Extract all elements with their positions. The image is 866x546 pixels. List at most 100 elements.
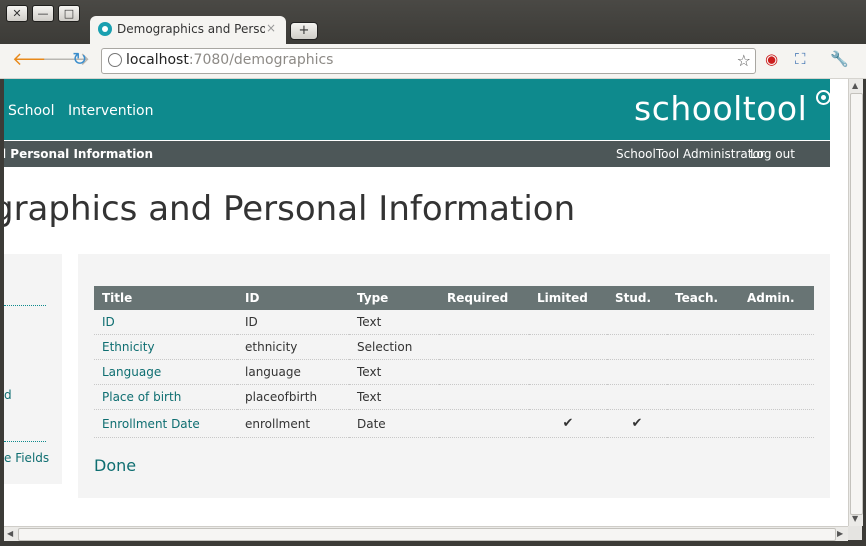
url-text[interactable]: localhost:7080/demographics xyxy=(126,52,333,68)
limited-check-icon: ✔ xyxy=(529,409,607,438)
wrench-menu-icon[interactable]: 🔧 xyxy=(830,52,849,67)
new-tab-button[interactable]: + xyxy=(290,22,318,40)
sidebar-item-1[interactable]: d xyxy=(4,388,12,402)
field-stud xyxy=(607,310,667,335)
tab-close-icon[interactable]: × xyxy=(266,21,276,35)
breadcrumb-title: l Personal Information xyxy=(4,147,154,161)
bookmark-star-icon[interactable]: ☆ xyxy=(737,51,751,70)
field-stud xyxy=(607,359,667,385)
field-required xyxy=(439,310,529,335)
table-row: Ethnicity ethnicity Selection xyxy=(94,334,814,360)
field-required xyxy=(439,334,529,360)
sidebar-divider xyxy=(4,441,46,442)
browser-toolbar: 🡐 🡒 ↻ localhost:7080/demographics ☆ ◉ ⛶ … xyxy=(0,44,866,79)
field-admin xyxy=(739,310,814,335)
field-type: Text xyxy=(349,359,439,385)
stud-check-icon: ✔ xyxy=(607,409,667,438)
field-title-link[interactable]: ID xyxy=(102,315,115,329)
table-row: Place of birth placeofbirth Text xyxy=(94,384,814,410)
field-limited xyxy=(529,334,607,360)
field-title-link[interactable]: Place of birth xyxy=(102,390,181,404)
col-admin: Admin. xyxy=(739,286,814,310)
table-row: Language language Text xyxy=(94,359,814,385)
field-teach xyxy=(667,359,739,385)
field-admin xyxy=(739,384,814,410)
sub-navbar: l Personal Information SchoolTool Admini… xyxy=(4,141,830,167)
vertical-scroll-thumb[interactable] xyxy=(850,93,863,515)
scroll-right-icon[interactable]: ▶ xyxy=(837,529,843,538)
site-header: School Intervention schooltool xyxy=(4,79,831,140)
field-title-link[interactable]: Ethnicity xyxy=(102,340,155,354)
done-link[interactable]: Done xyxy=(94,456,136,475)
schooltool-logo[interactable]: schooltool xyxy=(634,89,807,128)
window-maximize-button[interactable]: □ xyxy=(58,5,80,22)
field-required xyxy=(439,409,529,438)
field-teach xyxy=(667,334,739,360)
demographics-table: Title ID Type Required Limited Stud. Tea… xyxy=(94,286,814,438)
fullscreen-icon[interactable]: ⛶ xyxy=(795,52,806,67)
vertical-scrollbar[interactable]: ▲ ▼ xyxy=(848,79,863,526)
field-admin xyxy=(739,334,814,360)
browser-tab[interactable]: Demographics and Personal Information × xyxy=(90,16,286,44)
page-title: graphics and Personal Information xyxy=(4,189,576,229)
reload-icon[interactable]: ↻ xyxy=(72,51,87,69)
scrollbar-corner xyxy=(848,526,862,540)
user-link[interactable]: SchoolTool Administrator xyxy=(616,147,765,161)
field-teach xyxy=(667,384,739,410)
table-row: ID ID Text xyxy=(94,310,814,335)
field-limited xyxy=(529,359,607,385)
field-type: Selection xyxy=(349,334,439,360)
table-header-row: Title ID Type Required Limited Stud. Tea… xyxy=(94,286,814,310)
field-admin xyxy=(739,359,814,385)
schooltool-favicon-icon xyxy=(98,22,112,36)
col-teach: Teach. xyxy=(667,286,739,310)
col-id: ID xyxy=(237,286,349,310)
browser-titlebar: ✕ — □ Demographics and Personal Informat… xyxy=(0,0,866,44)
logout-link[interactable]: Log out xyxy=(750,147,795,161)
col-title: Title xyxy=(94,286,237,310)
nav-school[interactable]: School xyxy=(8,103,54,119)
field-stud xyxy=(607,384,667,410)
field-stud xyxy=(607,334,667,360)
horizontal-scroll-thumb[interactable] xyxy=(18,528,836,541)
col-limited: Limited xyxy=(529,286,607,310)
sidebar-item-2[interactable]: e Fields xyxy=(4,451,49,465)
scroll-down-icon[interactable]: ▼ xyxy=(852,514,858,523)
schooltool-logo-icon xyxy=(816,90,831,105)
field-title-link[interactable]: Enrollment Date xyxy=(102,417,200,431)
field-teach xyxy=(667,409,739,438)
tab-title: Demographics and Personal Information xyxy=(117,22,265,36)
field-teach xyxy=(667,310,739,335)
field-limited xyxy=(529,310,607,335)
col-type: Type xyxy=(349,286,439,310)
col-required: Required xyxy=(439,286,529,310)
scroll-up-icon[interactable]: ▲ xyxy=(852,81,858,90)
field-id: ethnicity xyxy=(237,334,349,360)
scroll-left-icon[interactable]: ◀ xyxy=(7,529,13,538)
field-id: enrollment xyxy=(237,409,349,438)
field-id: language xyxy=(237,359,349,385)
field-admin xyxy=(739,409,814,438)
field-required xyxy=(439,384,529,410)
globe-icon xyxy=(108,53,122,67)
horizontal-scrollbar[interactable]: ◀ ▶ xyxy=(4,526,848,541)
window-minimize-button[interactable]: — xyxy=(32,5,54,22)
table-row: Enrollment Date enrollment Date ✔ ✔ xyxy=(94,409,814,438)
nav-intervention[interactable]: Intervention xyxy=(68,103,153,119)
address-bar[interactable]: localhost:7080/demographics ☆ xyxy=(101,48,756,74)
field-id: ID xyxy=(237,310,349,335)
field-type: Date xyxy=(349,409,439,438)
page-viewport: School Intervention schooltool l Persona… xyxy=(4,79,848,526)
window-close-button[interactable]: ✕ xyxy=(6,5,28,22)
field-required xyxy=(439,359,529,385)
main-content: Title ID Type Required Limited Stud. Tea… xyxy=(78,254,830,498)
field-id: placeofbirth xyxy=(237,384,349,410)
sidebar-divider xyxy=(4,305,46,306)
field-type: Text xyxy=(349,384,439,410)
field-limited xyxy=(529,384,607,410)
opera-extension-icon[interactable]: ◉ xyxy=(765,52,778,67)
col-stud: Stud. xyxy=(607,286,667,310)
field-title-link[interactable]: Language xyxy=(102,365,161,379)
field-type: Text xyxy=(349,310,439,335)
sidebar: d e Fields xyxy=(4,254,62,484)
